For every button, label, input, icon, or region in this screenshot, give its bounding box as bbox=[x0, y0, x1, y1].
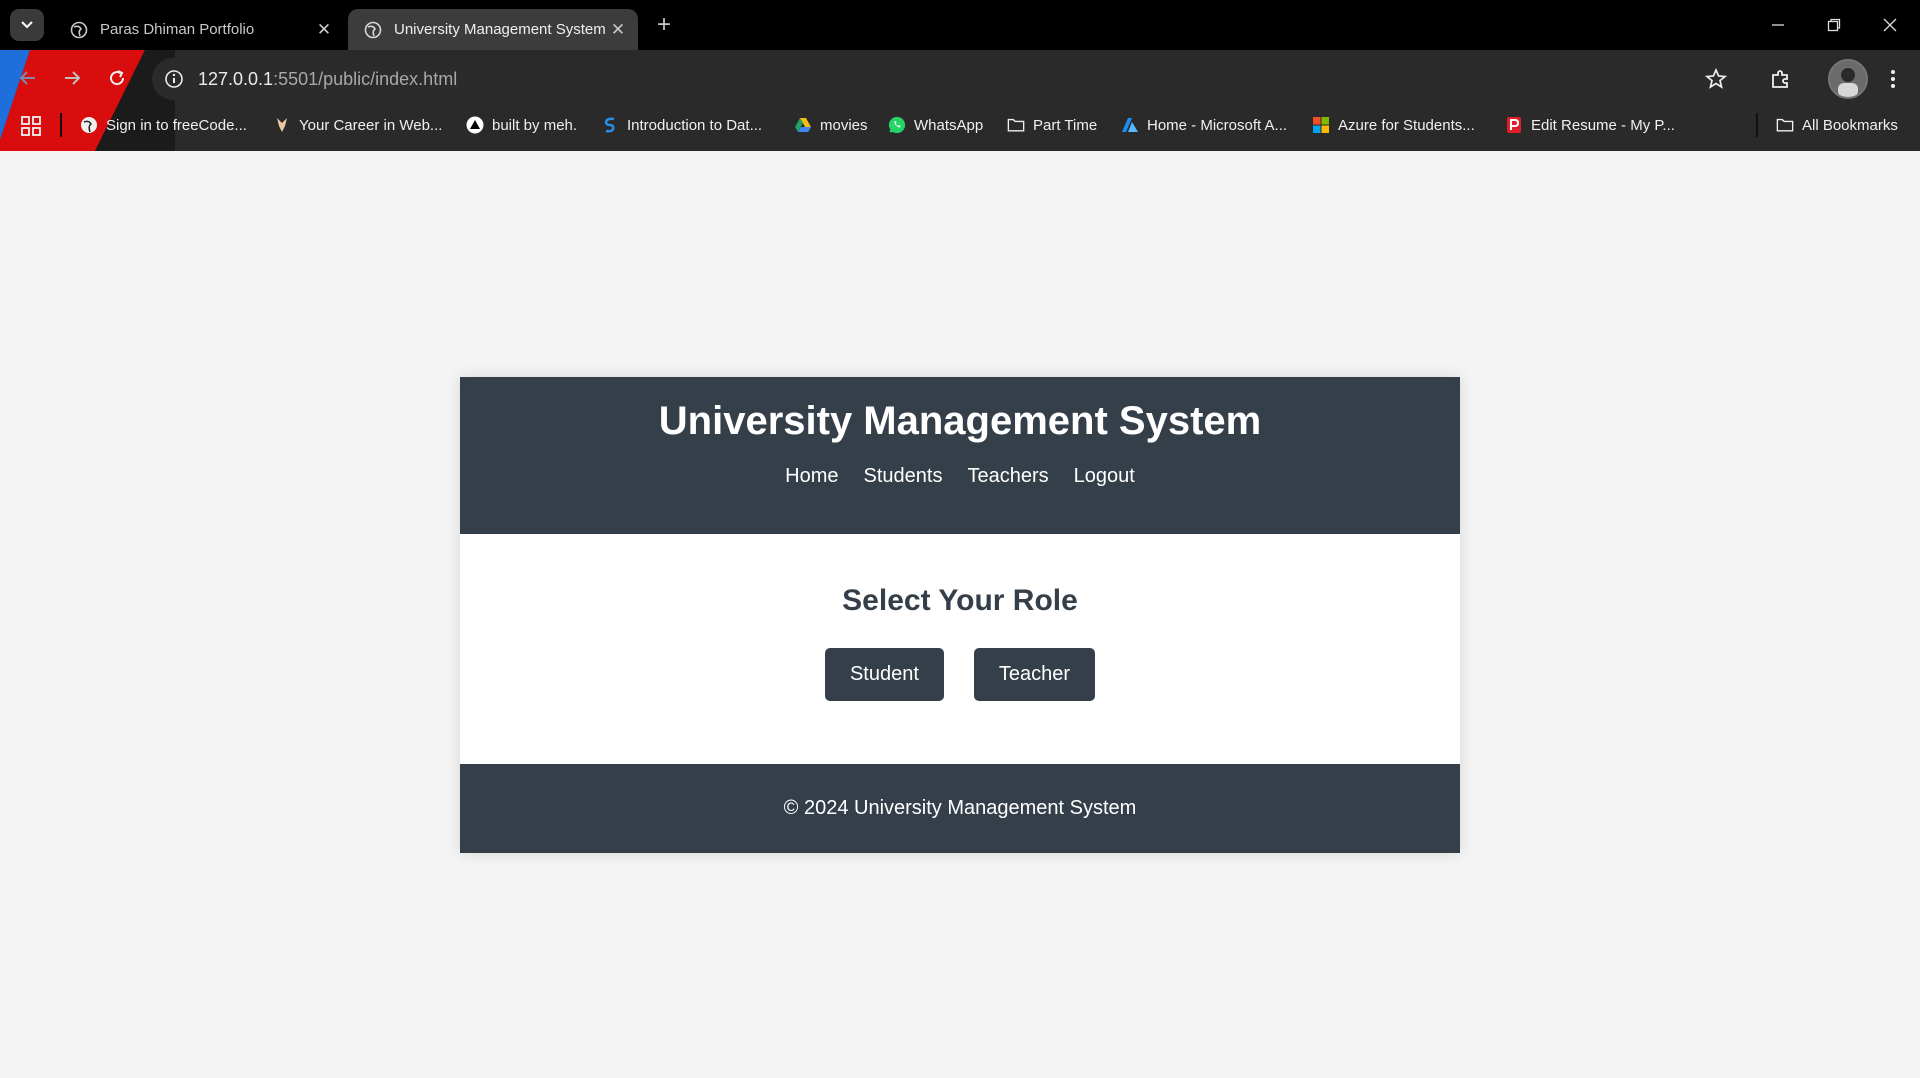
bookmark-movies[interactable]: movies bbox=[794, 112, 868, 138]
all-bookmarks-button[interactable]: All Bookmarks bbox=[1776, 112, 1898, 138]
chevron-down-icon bbox=[21, 21, 33, 29]
reload-icon bbox=[110, 70, 125, 86]
bookmark-azure-students[interactable]: Azure for Students... bbox=[1312, 112, 1475, 138]
new-tab-button[interactable]: + bbox=[650, 11, 678, 39]
s-logo-icon bbox=[604, 117, 615, 133]
bookmark-label: Your Career in Web... bbox=[299, 116, 443, 134]
extensions-button[interactable] bbox=[1766, 64, 1796, 94]
restore-button[interactable] bbox=[1806, 0, 1862, 50]
all-bookmarks-label: All Bookmarks bbox=[1802, 116, 1898, 134]
role-selection: Select Your Role Student Teacher bbox=[460, 534, 1460, 764]
globe-icon bbox=[364, 21, 382, 38]
bookmark-label: built by meh. bbox=[492, 116, 578, 134]
bookmark-divider bbox=[1756, 113, 1758, 137]
bookmark-microsoft-azure[interactable]: Home - Microsoft A... bbox=[1121, 112, 1287, 138]
site-info-icon[interactable] bbox=[162, 67, 186, 91]
profile-avatar[interactable] bbox=[1828, 59, 1868, 99]
bookmark-label: Edit Resume - My P... bbox=[1531, 116, 1675, 134]
role-buttons: Student Teacher bbox=[460, 648, 1460, 701]
nav-logout-link[interactable]: Logout bbox=[1074, 465, 1135, 488]
star-icon[interactable] bbox=[1704, 67, 1728, 91]
bookmark-whatsapp[interactable]: WhatsApp bbox=[888, 112, 983, 138]
nav-teachers-link[interactable]: Teachers bbox=[967, 465, 1048, 488]
bookmark-freecodecamp[interactable]: Sign in to freeCode... bbox=[80, 112, 247, 138]
globe-icon bbox=[81, 117, 97, 133]
url-path: :5501/public/index.html bbox=[273, 68, 458, 89]
minimize-button[interactable] bbox=[1750, 0, 1806, 50]
more-vert-icon bbox=[1891, 70, 1895, 88]
arrow-left-icon bbox=[19, 71, 35, 85]
url-text: 127.0.0.1:5501/public/index.html bbox=[198, 69, 457, 90]
main-container: University Management System Home Studen… bbox=[460, 377, 1460, 853]
bookmark-label: Part Time bbox=[1033, 116, 1098, 134]
puzzle-icon bbox=[1772, 70, 1788, 88]
back-button[interactable] bbox=[12, 62, 44, 94]
bookmark-label: WhatsApp bbox=[914, 116, 984, 134]
arrow-right-icon bbox=[65, 71, 81, 85]
tab-strip: Paras Dhiman Portfolio ✕ University Mana… bbox=[0, 0, 1920, 50]
avatar-image bbox=[1830, 61, 1866, 97]
microsoft-icon bbox=[1313, 117, 1329, 133]
close-window-button[interactable] bbox=[1862, 0, 1918, 50]
azure-icon bbox=[1122, 118, 1138, 132]
minimize-icon bbox=[1772, 24, 1784, 26]
address-bar[interactable]: 127.0.0.1:5501/public/index.html bbox=[152, 58, 1746, 100]
apps-grid-icon[interactable] bbox=[20, 115, 42, 137]
bookmark-edit-resume[interactable]: Edit Resume - My P... bbox=[1505, 112, 1675, 138]
tab-university[interactable]: University Management System ✕ bbox=[348, 9, 638, 50]
resume-icon bbox=[1507, 117, 1521, 133]
tab-portfolio[interactable]: Paras Dhiman Portfolio ✕ bbox=[54, 9, 344, 50]
browser-chrome: Paras Dhiman Portfolio ✕ University Mana… bbox=[0, 0, 1920, 151]
bookmark-career[interactable]: Your Career in Web... bbox=[273, 112, 442, 138]
career-icon bbox=[277, 118, 287, 132]
page-title: University Management System bbox=[658, 399, 1262, 443]
site-header: University Management System Home Studen… bbox=[460, 377, 1460, 534]
bookmark-label: Introduction to Dat... bbox=[627, 116, 763, 134]
globe-icon bbox=[70, 21, 88, 38]
bookmark-label: movies bbox=[820, 116, 868, 134]
whatsapp-icon bbox=[888, 116, 906, 134]
bookmark-label: Azure for Students... bbox=[1338, 116, 1475, 134]
tab-title: University Management System bbox=[394, 21, 606, 38]
bookmark-divider bbox=[60, 113, 62, 137]
bookmark-part-time[interactable]: Part Time bbox=[1007, 112, 1097, 138]
close-tab-icon[interactable]: ✕ bbox=[608, 20, 628, 40]
forward-button[interactable] bbox=[56, 62, 88, 94]
tab-search-button[interactable] bbox=[10, 9, 44, 41]
close-tab-icon[interactable]: ✕ bbox=[314, 20, 334, 40]
folder-icon bbox=[1007, 118, 1025, 132]
page-viewport: University Management System Home Studen… bbox=[0, 151, 1920, 1078]
triangle-icon bbox=[466, 116, 484, 134]
nav-home-link[interactable]: Home bbox=[785, 465, 838, 488]
url-host: 127.0.0.1 bbox=[198, 68, 274, 89]
close-icon bbox=[1883, 18, 1897, 32]
bookmark-label: Home - Microsoft A... bbox=[1147, 116, 1288, 134]
teacher-button[interactable]: Teacher bbox=[973, 648, 1096, 701]
restore-icon bbox=[1827, 18, 1841, 32]
main-nav: Home Students Teachers Logout bbox=[460, 465, 1460, 488]
browser-menu-button[interactable] bbox=[1878, 64, 1908, 94]
bookmark-label: Sign in to freeCode... bbox=[106, 116, 247, 134]
role-heading: Select Your Role bbox=[842, 584, 1078, 617]
site-footer: © 2024 University Management System bbox=[460, 764, 1460, 853]
footer-copyright: © 2024 University Management System bbox=[783, 797, 1137, 819]
reload-button[interactable] bbox=[101, 62, 133, 94]
bookmark-intro-data[interactable]: Introduction to Dat... bbox=[601, 112, 762, 138]
nav-students-link[interactable]: Students bbox=[864, 465, 943, 488]
tab-title: Paras Dhiman Portfolio bbox=[100, 21, 255, 38]
drive-icon bbox=[795, 118, 811, 132]
bookmark-built-by-meh[interactable]: built by meh. bbox=[466, 112, 577, 138]
folder-icon bbox=[1776, 118, 1794, 132]
student-button[interactable]: Student bbox=[824, 648, 944, 701]
